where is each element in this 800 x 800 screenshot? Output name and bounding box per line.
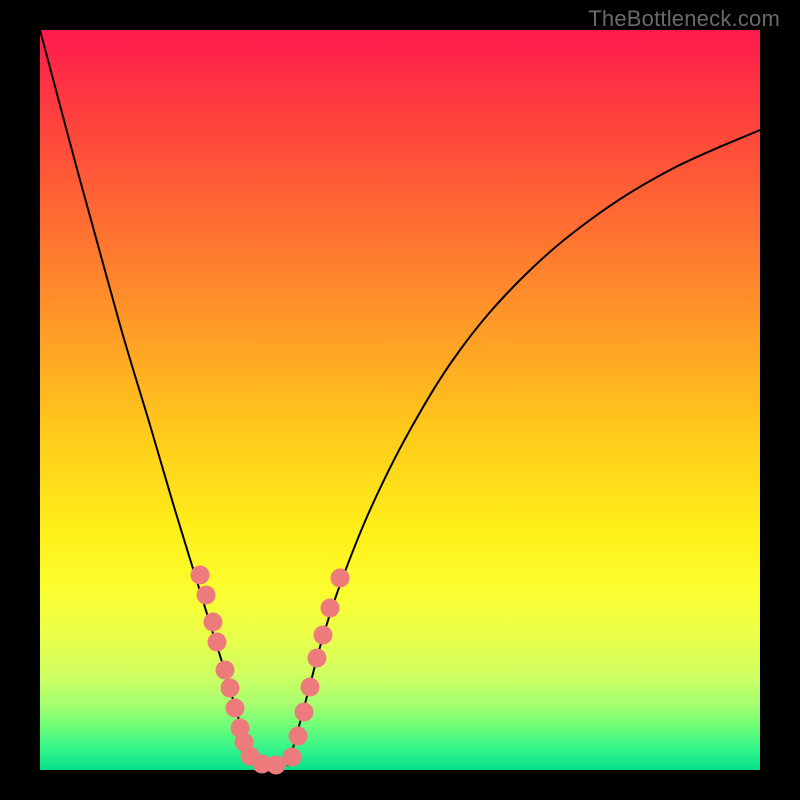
right-curve [288, 130, 760, 766]
data-dot [283, 748, 302, 767]
data-dot [191, 566, 210, 585]
watermark-text: TheBottleneck.com [588, 6, 780, 32]
data-dot [221, 679, 240, 698]
data-dot [226, 699, 245, 718]
gradient-plot-area [40, 30, 760, 770]
data-dot [308, 649, 327, 668]
data-dot [204, 613, 223, 632]
data-dot [314, 626, 333, 645]
data-dot [197, 586, 216, 605]
data-dot [301, 678, 320, 697]
data-dot [331, 569, 350, 588]
data-dot [208, 633, 227, 652]
data-dot [216, 661, 235, 680]
curves-svg [40, 30, 760, 770]
dot-cluster [191, 566, 350, 775]
data-dot [321, 599, 340, 618]
left-curve [40, 30, 258, 766]
data-dot [295, 703, 314, 722]
data-dot [289, 727, 308, 746]
